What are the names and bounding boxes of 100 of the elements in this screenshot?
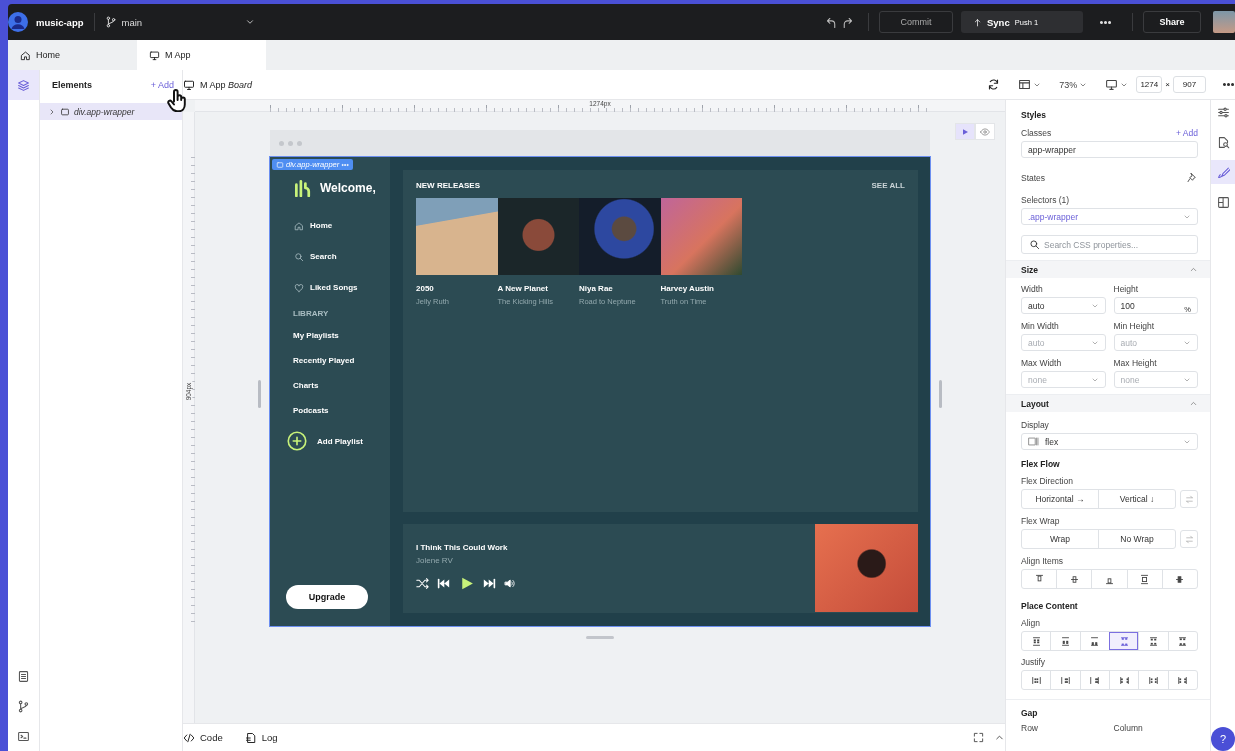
- resize-handle[interactable]: [586, 636, 614, 639]
- display-icon: [1028, 436, 1039, 447]
- log-icon: [244, 731, 257, 744]
- segment-option[interactable]: Wrap: [1022, 530, 1098, 548]
- field-label: Width: [1021, 284, 1044, 294]
- device-dropdown[interactable]: [1105, 78, 1129, 91]
- branch-icon: [104, 16, 117, 28]
- panel-title: Styles: [1021, 110, 1048, 120]
- class-field[interactable]: app-wrapper: [1021, 141, 1198, 158]
- alignment-icon: [1177, 635, 1189, 647]
- alignment-icon: [1060, 674, 1071, 686]
- element-icon: [276, 160, 284, 169]
- heart-icon: [294, 282, 304, 293]
- dropdown-field[interactable]: auto: [1021, 297, 1106, 314]
- log-tab[interactable]: Log: [244, 731, 278, 744]
- tab[interactable]: M App: [137, 40, 266, 70]
- arrow-up-icon: [973, 17, 982, 27]
- resize-handle[interactable]: [939, 380, 942, 408]
- layout-icon: [1216, 195, 1230, 209]
- branch-icon: [17, 699, 30, 713]
- volume-icon[interactable]: [504, 578, 515, 589]
- section-heading: NEW RELEASES: [416, 181, 480, 190]
- branch-selector[interactable]: main: [104, 16, 255, 28]
- previous-icon[interactable]: [437, 577, 450, 590]
- file-search-icon: [1216, 135, 1230, 149]
- alignment-icon: [1068, 573, 1080, 585]
- document-icon: [17, 669, 30, 683]
- section-header[interactable]: Size: [1006, 260, 1210, 278]
- avatar-photo: [1213, 11, 1235, 33]
- see-all-link[interactable]: SEE ALL: [871, 181, 905, 190]
- shuffle-icon[interactable]: [416, 577, 429, 590]
- alignment-icon: [1174, 573, 1186, 585]
- album-title: A New Planet: [497, 284, 549, 293]
- album-title: Harvey Austin: [660, 284, 715, 293]
- monitor-icon: [183, 78, 195, 91]
- section-heading: LIBRARY: [293, 307, 330, 320]
- alignment-icon: [1030, 635, 1042, 647]
- nav-link[interactable]: Home: [293, 210, 390, 241]
- chevron-icon: [1189, 399, 1198, 408]
- layout-icon: [1018, 78, 1032, 91]
- expand-icon[interactable]: [973, 732, 984, 743]
- help-button[interactable]: ?: [1211, 727, 1235, 751]
- welcome-heading: Welcome,: [320, 181, 376, 195]
- redo-icon[interactable]: [841, 15, 854, 29]
- share-button[interactable]: Share: [1143, 11, 1201, 33]
- library-link[interactable]: Charts: [293, 373, 390, 398]
- nav-link[interactable]: Search: [293, 241, 390, 272]
- pin-icon[interactable]: [1187, 172, 1198, 183]
- search-field[interactable]: Search CSS properties...: [1021, 235, 1198, 254]
- subsection-title: Place Content: [1021, 601, 1079, 611]
- field-label: Classes: [1021, 128, 1052, 138]
- segment-option[interactable]: Vertical ↓: [1098, 490, 1175, 508]
- code-icon: [183, 731, 195, 744]
- section-header[interactable]: Layout: [1006, 394, 1210, 412]
- album-cover-photo[interactable]: [497, 198, 579, 275]
- resize-handle[interactable]: [258, 380, 261, 408]
- app-logo-icon: [293, 179, 311, 197]
- next-icon[interactable]: [483, 577, 496, 590]
- nav-link[interactable]: Liked Songs: [293, 272, 390, 303]
- align-content-button[interactable]: [1109, 632, 1139, 650]
- brush-icon: [1216, 165, 1230, 179]
- swap-icon: [1184, 494, 1194, 504]
- refresh-icon[interactable]: [987, 78, 1001, 91]
- library-link[interactable]: Recently Played: [293, 348, 390, 373]
- monitor-icon: [1105, 78, 1119, 91]
- display-dropdown[interactable]: flex: [1021, 433, 1198, 450]
- selector-dropdown[interactable]: .app-wrapper: [1021, 208, 1198, 225]
- tree-item[interactable]: div.app-wrapper: [40, 103, 182, 120]
- library-link[interactable]: Podcasts: [293, 398, 390, 423]
- chevron-icon: [1189, 265, 1198, 274]
- album-cover-photo[interactable]: [660, 198, 742, 275]
- height-input[interactable]: 907: [1173, 76, 1206, 93]
- layout-dropdown[interactable]: [1018, 78, 1042, 91]
- album-title: Niya Rae: [579, 284, 614, 293]
- swap-icon: [1184, 534, 1194, 544]
- commit-button[interactable]: Commit: [879, 11, 953, 33]
- field-label: Display: [1021, 420, 1050, 430]
- zoom-dropdown[interactable]: 73%: [1059, 79, 1088, 90]
- alignment-icon: [1118, 674, 1130, 686]
- play-icon: [961, 127, 969, 136]
- width-input[interactable]: 1274: [1136, 76, 1163, 93]
- upgrade-button[interactable]: Upgrade: [286, 585, 368, 609]
- segment-option[interactable]: Horizontal →: [1022, 490, 1098, 508]
- add-playlist-link[interactable]: Add Playlist: [287, 431, 390, 451]
- add-link[interactable]: + Add: [1176, 128, 1198, 138]
- field-label: Height: [1113, 284, 1140, 294]
- terminal-icon: [17, 729, 30, 743]
- project-name: music-app: [36, 16, 84, 28]
- library-link[interactable]: My Playlists: [293, 323, 390, 348]
- segment-option[interactable]: No Wrap: [1098, 530, 1175, 548]
- user-logo-icon: [8, 12, 28, 32]
- undo-icon[interactable]: [825, 15, 838, 29]
- alignment-icon: [1089, 635, 1101, 647]
- layers-icon: [17, 78, 30, 92]
- field-label: Column: [1113, 723, 1144, 733]
- code-tab[interactable]: Code: [183, 731, 223, 744]
- home-icon: [20, 49, 31, 61]
- field-label: States: [1021, 172, 1046, 183]
- preview-button[interactable]: [955, 123, 975, 140]
- add-link[interactable]: + Add: [150, 80, 174, 90]
